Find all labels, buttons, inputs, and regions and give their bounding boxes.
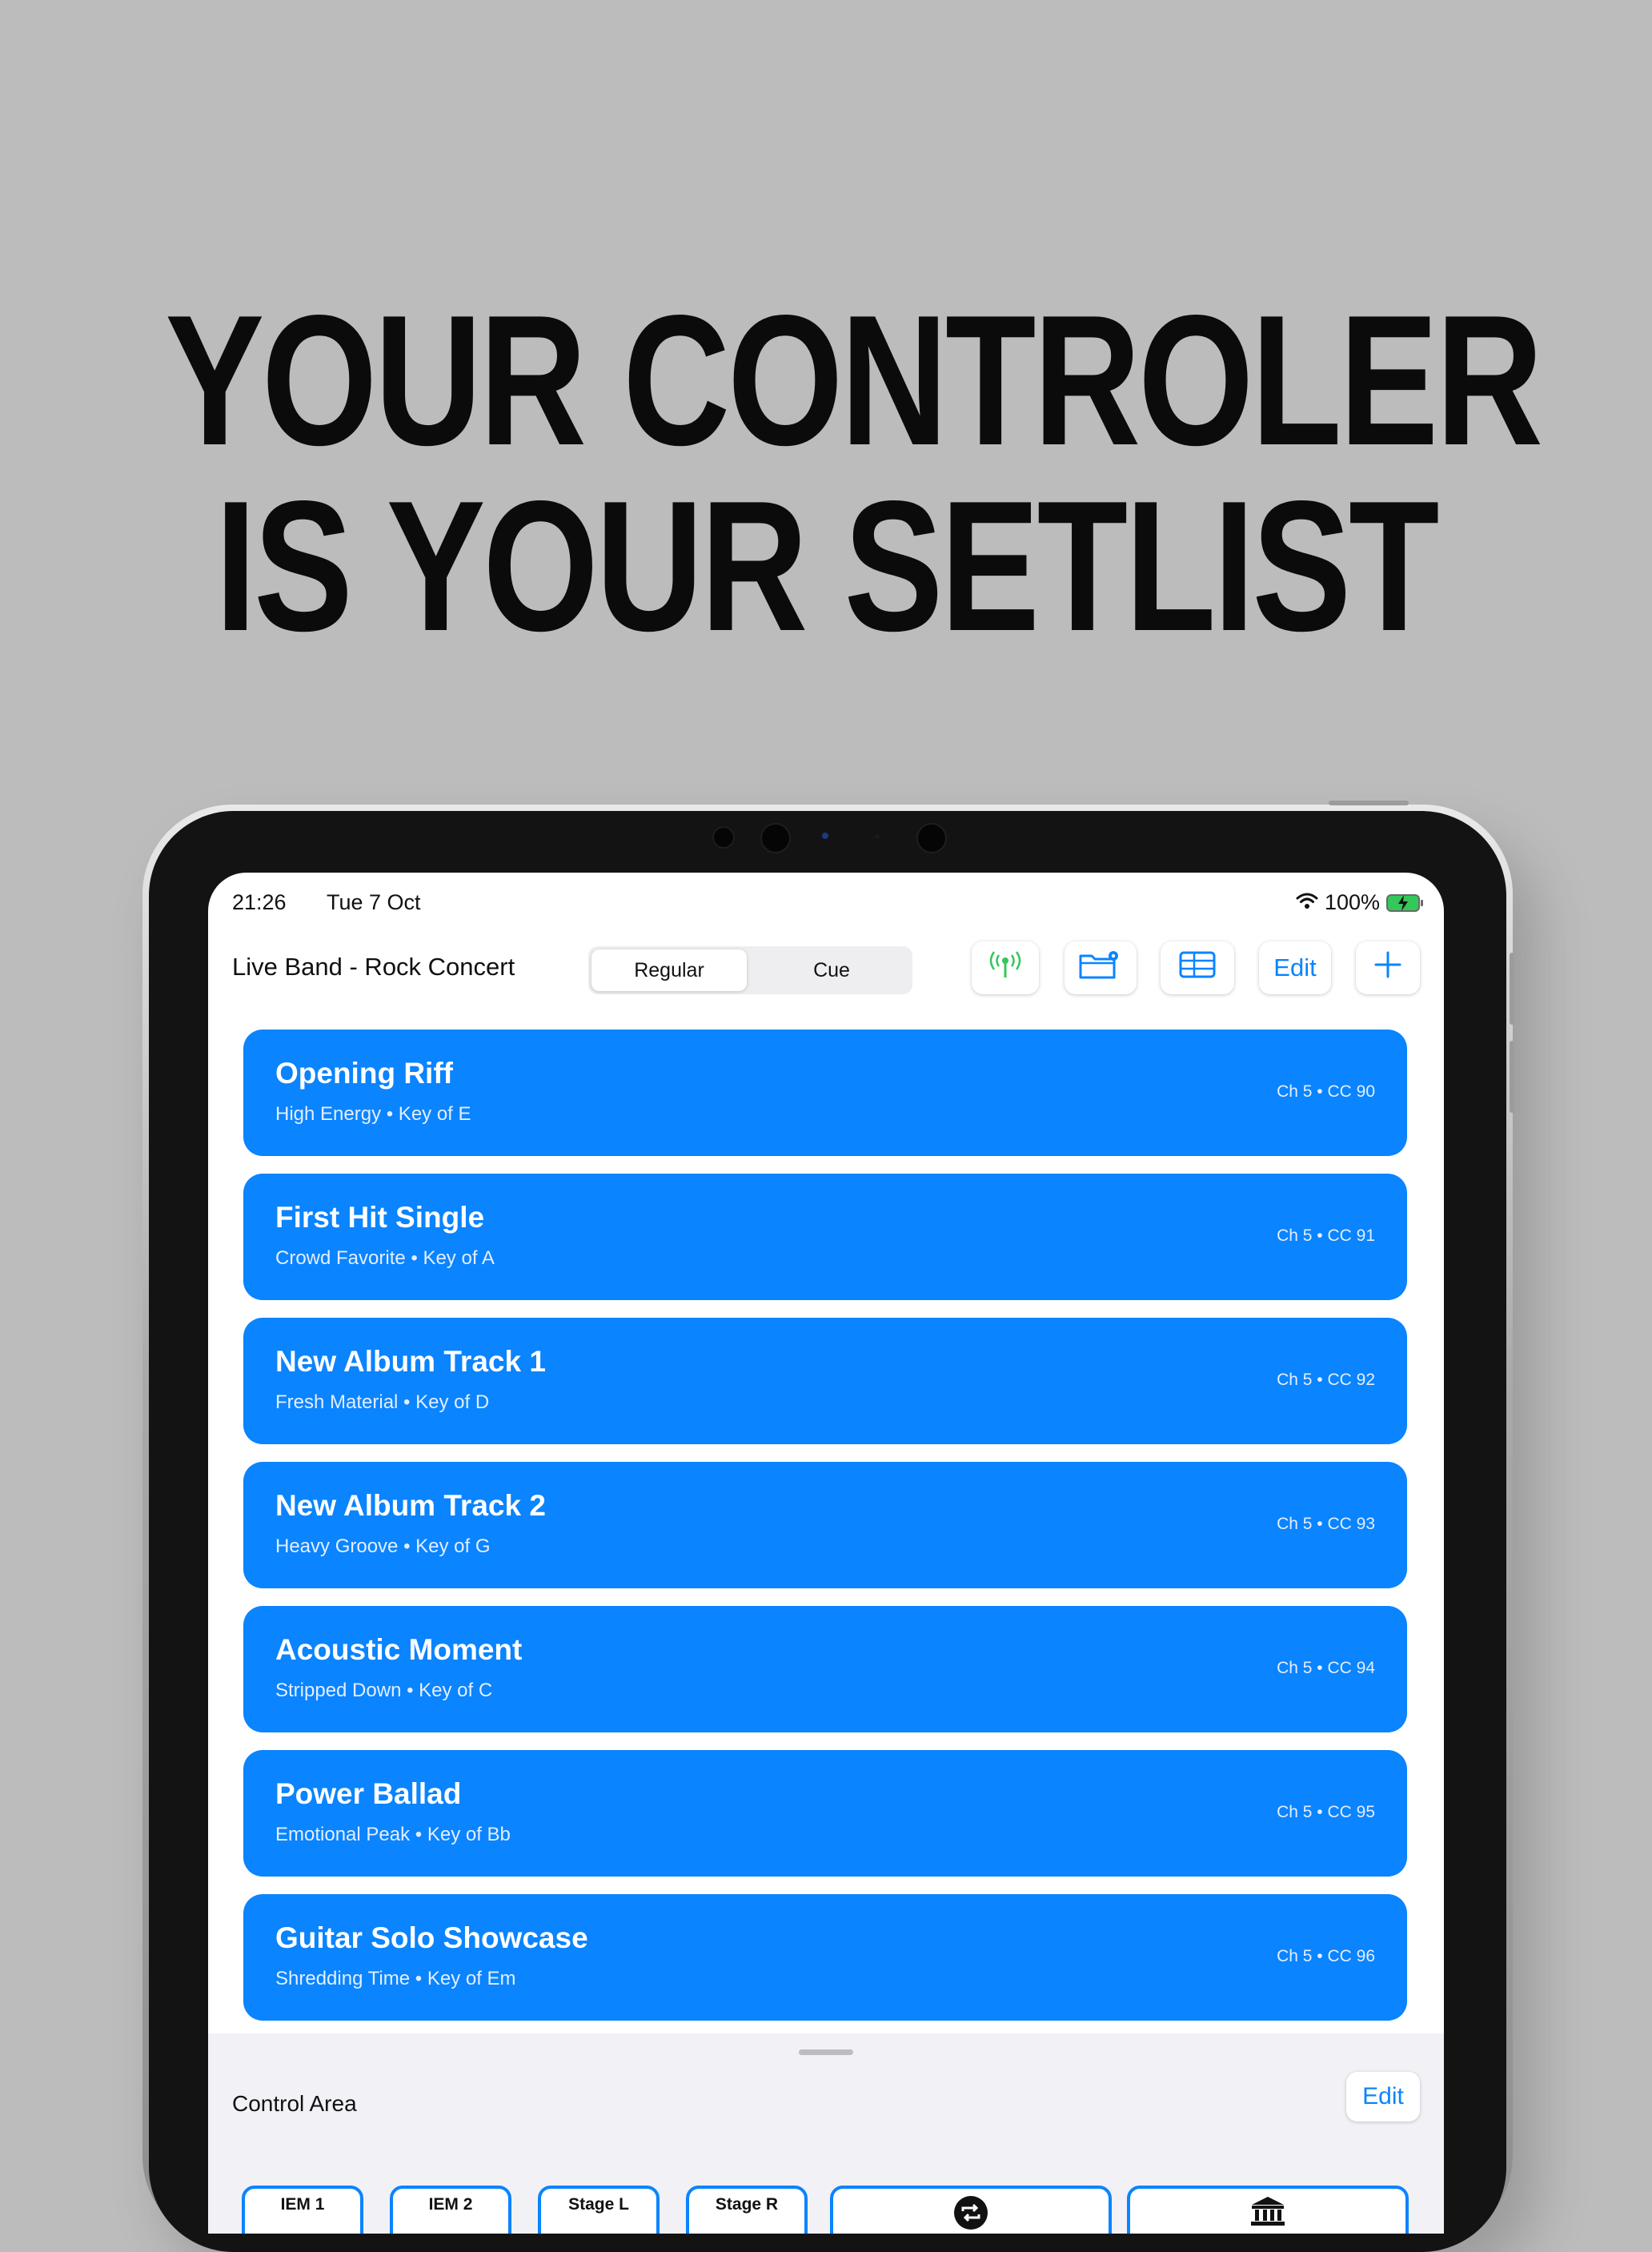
wifi-icon [1296, 890, 1318, 915]
table-view-button[interactable] [1161, 941, 1234, 994]
song-title: Power Ballad [275, 1777, 462, 1810]
song-title: New Album Track 2 [275, 1489, 546, 1522]
song-row[interactable]: New Album Track 2 Heavy Groove • Key of … [243, 1462, 1407, 1588]
song-midi-info: Ch 5 • CC 93 [1277, 1515, 1375, 1533]
song-row[interactable]: New Album Track 1 Fresh Material • Key o… [243, 1318, 1407, 1444]
control-area-edit-button[interactable]: Edit [1346, 2072, 1420, 2122]
control-bank[interactable] [1127, 2186, 1409, 2234]
table-icon [1178, 950, 1217, 986]
top-button [1329, 801, 1409, 805]
control-area-title: Control Area [232, 2091, 357, 2116]
control-stage-r[interactable]: Stage R [686, 2186, 808, 2234]
edit-setlist-button[interactable]: Edit [1259, 941, 1331, 994]
control-label: IEM 1 [280, 2195, 325, 2214]
headline: YOUR CONTROLER IS YOUR SETLIST [165, 277, 1543, 670]
song-subtitle: Shredding Time • Key of Em [275, 1968, 516, 1989]
song-title: Opening Riff [275, 1057, 453, 1090]
ambient-sensor-icon [875, 834, 880, 839]
control-iem-1[interactable]: IEM 1 [242, 2186, 363, 2234]
song-subtitle: Fresh Material • Key of D [275, 1391, 490, 1413]
battery-percentage: 100% [1324, 890, 1380, 914]
control-repeat[interactable] [830, 2186, 1112, 2234]
volume-down-button [1510, 1041, 1514, 1113]
song-midi-info: Ch 5 • CC 90 [1277, 1082, 1375, 1101]
plus-icon [1373, 950, 1402, 986]
segment-regular[interactable]: Regular [591, 949, 747, 991]
song-midi-info: Ch 5 • CC 96 [1277, 1947, 1375, 1965]
song-row[interactable]: Acoustic Moment Stripped Down • Key of C… [243, 1606, 1407, 1732]
song-subtitle: Emotional Peak • Key of Bb [275, 1824, 511, 1845]
status-right: 100% [1296, 890, 1423, 915]
camera-indicator-icon [822, 833, 828, 839]
folder-settings-button[interactable] [1065, 941, 1137, 994]
app-screen: 21:26 Tue 7 Oct 100% Live Band - Rock Co… [208, 873, 1444, 2234]
song-row[interactable]: Guitar Solo Showcase Shredding Time • Ke… [243, 1894, 1407, 2021]
control-label: Stage R [715, 2195, 779, 2214]
repeat-icon [953, 2195, 988, 2234]
song-subtitle: Stripped Down • Key of C [275, 1680, 493, 1701]
camera-sensor-icon [712, 826, 735, 849]
status-bar: 21:26 Tue 7 Oct 100% [232, 890, 1423, 922]
song-subtitle: Heavy Groove • Key of G [275, 1535, 491, 1557]
song-title: New Album Track 1 [275, 1345, 546, 1378]
status-time: 21:26 [232, 890, 287, 914]
song-title: First Hit Single [275, 1201, 485, 1234]
control-stage-l[interactable]: Stage L [538, 2186, 660, 2234]
status-date: Tue 7 Oct [327, 890, 421, 914]
song-title: Acoustic Moment [275, 1633, 523, 1666]
headline-line-2: IS YOUR SETLIST [215, 463, 1440, 670]
setlist-title: Live Band - Rock Concert [232, 953, 515, 981]
song-subtitle: Crowd Favorite • Key of A [275, 1247, 495, 1269]
folder-settings-icon [1078, 949, 1123, 987]
song-row[interactable]: Power Ballad Emotional Peak • Key of Bb … [243, 1750, 1407, 1877]
front-camera-icon [760, 823, 791, 853]
song-midi-info: Ch 5 • CC 94 [1277, 1659, 1375, 1677]
battery-charging-icon [1386, 893, 1423, 912]
volume-up-button [1510, 953, 1514, 1025]
song-title: Guitar Solo Showcase [275, 1921, 588, 1954]
broadcast-button[interactable] [972, 941, 1039, 994]
song-midi-info: Ch 5 • CC 95 [1277, 1803, 1375, 1821]
sheet-grabber[interactable] [799, 2049, 853, 2055]
mode-segmented-control[interactable]: Regular Cue [588, 946, 912, 994]
song-row[interactable]: Opening Riff High Energy • Key of E Ch 5… [243, 1030, 1407, 1156]
add-song-button[interactable] [1356, 941, 1420, 994]
song-midi-info: Ch 5 • CC 92 [1277, 1371, 1375, 1389]
headline-line-1: YOUR CONTROLER [165, 277, 1543, 484]
song-midi-info: Ch 5 • CC 91 [1277, 1226, 1375, 1245]
control-area-panel: Control Area Edit IEM 1 IEM 2 Stage L St… [208, 2033, 1444, 2234]
song-subtitle: High Energy • Key of E [275, 1103, 471, 1125]
song-row[interactable]: First Hit Single Crowd Favorite • Key of… [243, 1174, 1407, 1300]
control-iem-2[interactable]: IEM 2 [390, 2186, 511, 2234]
segment-cue[interactable]: Cue [754, 949, 909, 991]
control-label: IEM 2 [428, 2195, 473, 2214]
broadcast-icon [988, 949, 1023, 987]
proximity-sensor-icon [916, 823, 947, 853]
control-label: Stage L [568, 2195, 629, 2214]
bank-icon [1249, 2195, 1287, 2231]
